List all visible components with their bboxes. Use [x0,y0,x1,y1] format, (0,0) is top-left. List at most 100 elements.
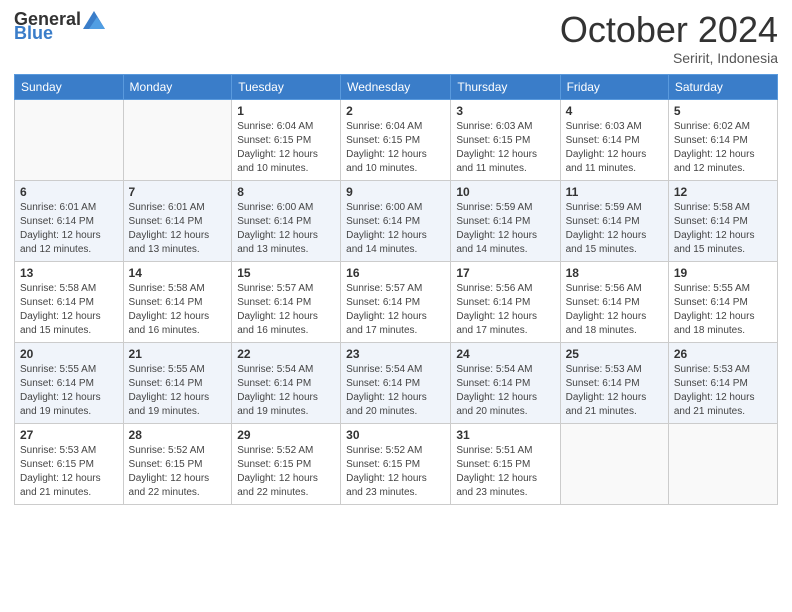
day-number: 13 [20,266,118,280]
day-info: Sunrise: 5:55 AMSunset: 6:14 PMDaylight:… [20,363,118,419]
day-info: Sunrise: 6:04 AMSunset: 6:15 PMDaylight:… [346,120,445,176]
calendar-cell: 31 Sunrise: 5:51 AMSunset: 6:15 PMDayligh… [451,423,560,504]
day-info: Sunrise: 6:01 AMSunset: 6:14 PMDaylight:… [129,201,227,257]
day-number: 14 [129,266,227,280]
day-number: 16 [346,266,445,280]
day-info: Sunrise: 5:57 AMSunset: 6:14 PMDaylight:… [237,282,335,338]
calendar-week-row: 1 Sunrise: 6:04 AMSunset: 6:15 PMDaylight… [15,99,778,180]
calendar-cell: 12 Sunrise: 5:58 AMSunset: 6:14 PMDayligh… [668,180,777,261]
day-number: 24 [456,347,554,361]
page: General Blue October 2024 Seririt, Indon… [0,0,792,612]
day-info: Sunrise: 5:55 AMSunset: 6:14 PMDaylight:… [674,282,772,338]
day-info: Sunrise: 5:53 AMSunset: 6:14 PMDaylight:… [566,363,663,419]
calendar-cell [560,423,668,504]
day-info: Sunrise: 6:02 AMSunset: 6:14 PMDaylight:… [674,120,772,176]
day-number: 21 [129,347,227,361]
day-info: Sunrise: 6:00 AMSunset: 6:14 PMDaylight:… [346,201,445,257]
calendar-cell: 14 Sunrise: 5:58 AMSunset: 6:14 PMDayligh… [123,261,232,342]
calendar-week-row: 13 Sunrise: 5:58 AMSunset: 6:14 PMDayligh… [15,261,778,342]
calendar-cell: 19 Sunrise: 5:55 AMSunset: 6:14 PMDayligh… [668,261,777,342]
day-info: Sunrise: 5:59 AMSunset: 6:14 PMDaylight:… [566,201,663,257]
day-number: 18 [566,266,663,280]
day-info: Sunrise: 5:56 AMSunset: 6:14 PMDaylight:… [456,282,554,338]
calendar-cell: 7Sunrise: 6:01 AMSunset: 6:14 PMDaylight… [123,180,232,261]
calendar-cell [123,99,232,180]
day-number: 17 [456,266,554,280]
day-info: Sunrise: 5:58 AMSunset: 6:14 PMDaylight:… [674,201,772,257]
day-number: 30 [346,428,445,442]
day-info: Sunrise: 5:52 AMSunset: 6:15 PMDaylight:… [346,444,445,500]
day-info: Sunrise: 5:59 AMSunset: 6:14 PMDaylight:… [456,201,554,257]
day-number: 12 [674,185,772,199]
calendar-cell: 5 Sunrise: 6:02 AMSunset: 6:14 PMDaylight… [668,99,777,180]
title-block: October 2024 Seririt, Indonesia [560,10,778,66]
calendar-cell: 3Sunrise: 6:03 AMSunset: 6:15 PMDaylight… [451,99,560,180]
logo: General Blue [14,10,105,42]
calendar-week-row: 20Sunrise: 5:55 AMSunset: 6:14 PMDayligh… [15,342,778,423]
day-info: Sunrise: 6:01 AMSunset: 6:14 PMDaylight:… [20,201,118,257]
day-number: 22 [237,347,335,361]
logo-icon [83,11,105,29]
calendar-cell: 16Sunrise: 5:57 AMSunset: 6:14 PMDayligh… [341,261,451,342]
day-info: Sunrise: 6:04 AMSunset: 6:15 PMDaylight:… [237,120,335,176]
day-info: Sunrise: 5:58 AMSunset: 6:14 PMDaylight:… [20,282,118,338]
day-info: Sunrise: 5:51 AMSunset: 6:15 PMDaylight:… [456,444,554,500]
day-number: 23 [346,347,445,361]
day-info: Sunrise: 5:56 AMSunset: 6:14 PMDaylight:… [566,282,663,338]
day-number: 19 [674,266,772,280]
calendar-cell: 6 Sunrise: 6:01 AMSunset: 6:14 PMDaylight… [15,180,124,261]
weekday-header-sunday: Sunday [15,74,124,99]
header: General Blue October 2024 Seririt, Indon… [14,10,778,66]
calendar-cell: 4Sunrise: 6:03 AMSunset: 6:14 PMDaylight… [560,99,668,180]
weekday-header-row: SundayMondayTuesdayWednesdayThursdayFrid… [15,74,778,99]
day-number: 31 [456,428,554,442]
calendar-cell: 13 Sunrise: 5:58 AMSunset: 6:14 PMDayligh… [15,261,124,342]
weekday-header-thursday: Thursday [451,74,560,99]
day-number: 26 [674,347,772,361]
day-number: 1 [237,104,335,118]
calendar-cell: 29Sunrise: 5:52 AMSunset: 6:15 PMDayligh… [232,423,341,504]
day-number: 9 [346,185,445,199]
calendar-cell: 21 Sunrise: 5:55 AMSunset: 6:14 PMDayligh… [123,342,232,423]
weekday-header-wednesday: Wednesday [341,74,451,99]
day-number: 8 [237,185,335,199]
calendar-cell: 15 Sunrise: 5:57 AMSunset: 6:14 PMDayligh… [232,261,341,342]
day-info: Sunrise: 5:54 AMSunset: 6:14 PMDaylight:… [456,363,554,419]
calendar-cell: 22 Sunrise: 5:54 AMSunset: 6:14 PMDayligh… [232,342,341,423]
calendar-cell: 27Sunrise: 5:53 AMSunset: 6:15 PMDayligh… [15,423,124,504]
day-info: Sunrise: 5:58 AMSunset: 6:14 PMDaylight:… [129,282,227,338]
calendar-cell: 1 Sunrise: 6:04 AMSunset: 6:15 PMDaylight… [232,99,341,180]
weekday-header-friday: Friday [560,74,668,99]
day-number: 4 [566,104,663,118]
calendar-cell: 23Sunrise: 5:54 AMSunset: 6:14 PMDayligh… [341,342,451,423]
calendar-cell: 17 Sunrise: 5:56 AMSunset: 6:14 PMDayligh… [451,261,560,342]
day-info: Sunrise: 5:54 AMSunset: 6:14 PMDaylight:… [237,363,335,419]
day-number: 5 [674,104,772,118]
day-number: 6 [20,185,118,199]
calendar-table: SundayMondayTuesdayWednesdayThursdayFrid… [14,74,778,505]
calendar-cell: 25 Sunrise: 5:53 AMSunset: 6:14 PMDayligh… [560,342,668,423]
calendar-cell: 24 Sunrise: 5:54 AMSunset: 6:14 PMDayligh… [451,342,560,423]
day-number: 25 [566,347,663,361]
day-info: Sunrise: 5:52 AMSunset: 6:15 PMDaylight:… [129,444,227,500]
day-number: 28 [129,428,227,442]
day-number: 29 [237,428,335,442]
day-number: 27 [20,428,118,442]
day-number: 11 [566,185,663,199]
day-number: 10 [456,185,554,199]
day-number: 15 [237,266,335,280]
day-info: Sunrise: 6:03 AMSunset: 6:15 PMDaylight:… [456,120,554,176]
day-number: 2 [346,104,445,118]
calendar-cell [668,423,777,504]
calendar-cell: 9 Sunrise: 6:00 AMSunset: 6:14 PMDaylight… [341,180,451,261]
calendar-week-row: 27Sunrise: 5:53 AMSunset: 6:15 PMDayligh… [15,423,778,504]
title-location: Seririt, Indonesia [560,50,778,66]
day-info: Sunrise: 5:55 AMSunset: 6:14 PMDaylight:… [129,363,227,419]
calendar-cell: 26Sunrise: 5:53 AMSunset: 6:14 PMDayligh… [668,342,777,423]
calendar-week-row: 6 Sunrise: 6:01 AMSunset: 6:14 PMDaylight… [15,180,778,261]
calendar-cell: 20Sunrise: 5:55 AMSunset: 6:14 PMDayligh… [15,342,124,423]
weekday-header-monday: Monday [123,74,232,99]
calendar-cell: 2 Sunrise: 6:04 AMSunset: 6:15 PMDaylight… [341,99,451,180]
weekday-header-tuesday: Tuesday [232,74,341,99]
calendar-cell [15,99,124,180]
